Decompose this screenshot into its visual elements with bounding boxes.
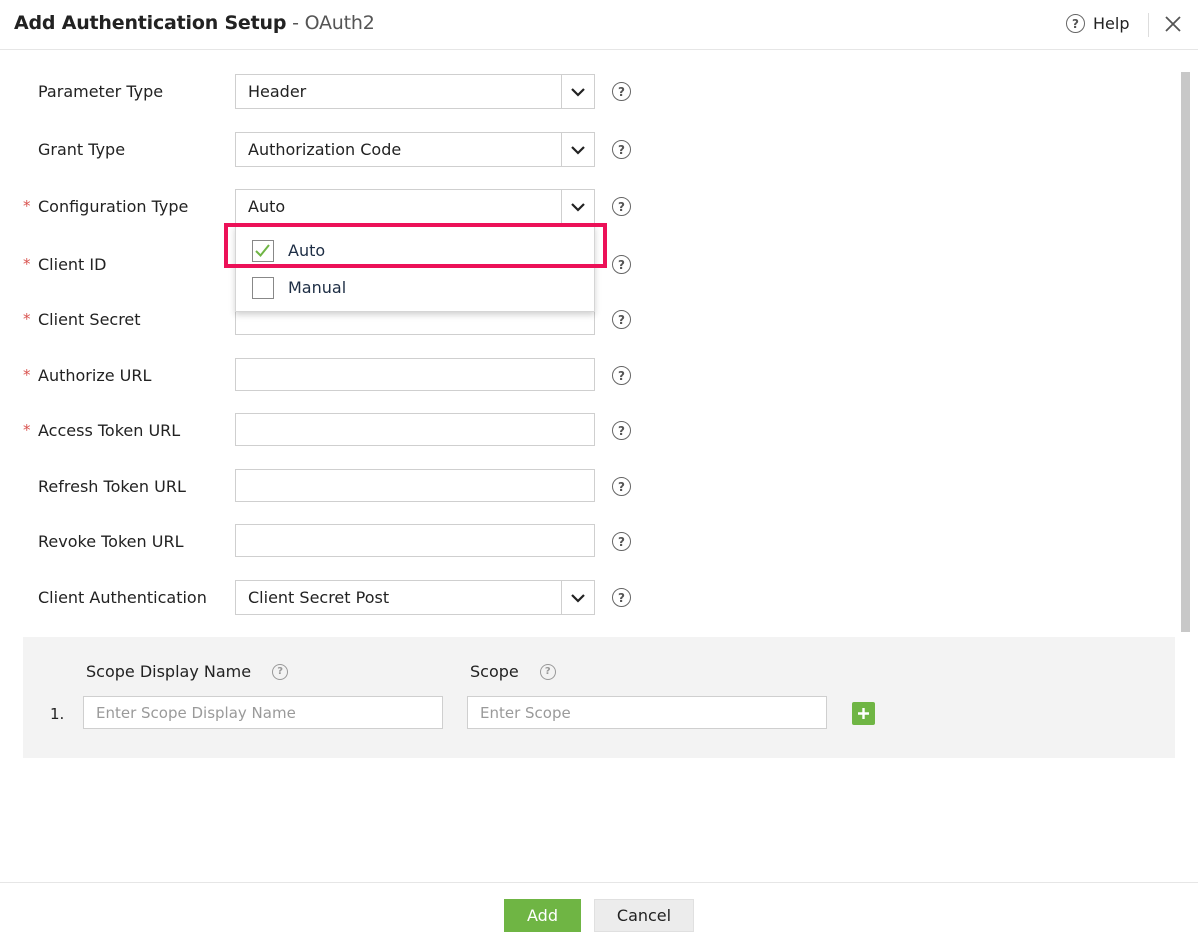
- help-icon[interactable]: ?: [612, 140, 631, 159]
- chevron-down-icon: [561, 190, 594, 223]
- grant-type-label: Grant Type: [38, 140, 126, 159]
- client-id-label: Client ID: [38, 255, 107, 274]
- help-icon[interactable]: ?: [612, 532, 631, 551]
- scope-display-name-header: Scope Display Name ?: [86, 662, 289, 681]
- configuration-type-select[interactable]: Auto: [235, 189, 595, 224]
- scope-heading: Scope: [470, 662, 519, 681]
- dropdown-option-auto[interactable]: Auto: [236, 233, 594, 269]
- scope-header: Scope ?: [470, 662, 556, 681]
- header-divider: [1148, 13, 1149, 37]
- required-marker: *: [23, 255, 31, 273]
- configuration-type-dropdown: Auto Manual: [235, 225, 595, 312]
- parameter-type-label: Parameter Type: [38, 82, 164, 101]
- configuration-type-label: Configuration Type: [38, 197, 189, 216]
- help-icon[interactable]: ?: [612, 366, 631, 385]
- help-icon[interactable]: ?: [539, 663, 556, 680]
- chevron-down-icon: [561, 133, 594, 166]
- plus-icon: [858, 708, 869, 719]
- parameter-type-select[interactable]: Header: [235, 74, 595, 109]
- dialog-title: Add Authentication Setup - OAuth2: [14, 12, 375, 34]
- dialog-title-main: Add Authentication Setup: [14, 12, 287, 34]
- revoke-token-url-label: Revoke Token URL: [38, 532, 184, 551]
- revoke-token-url-input[interactable]: [235, 524, 595, 557]
- dialog-header: Add Authentication Setup - OAuth2 ? Help: [0, 0, 1198, 50]
- help-icon: ?: [1066, 14, 1085, 33]
- authorize-url-input[interactable]: [235, 358, 595, 391]
- required-marker: *: [23, 310, 31, 328]
- cancel-button[interactable]: Cancel: [594, 899, 694, 932]
- chevron-down-icon: [561, 75, 594, 108]
- checkbox-checked: [252, 240, 274, 262]
- required-marker: *: [23, 366, 31, 384]
- client-authentication-label: Client Authentication: [38, 588, 207, 607]
- client-authentication-select[interactable]: Client Secret Post: [235, 580, 595, 615]
- close-icon: [1165, 16, 1181, 32]
- help-icon[interactable]: ?: [612, 197, 631, 216]
- dropdown-option-manual[interactable]: Manual: [236, 270, 594, 306]
- dropdown-option-label: Auto: [288, 241, 326, 260]
- required-marker: *: [23, 421, 31, 439]
- scrollbar[interactable]: [1181, 72, 1190, 632]
- dropdown-option-label: Manual: [288, 278, 347, 297]
- help-icon[interactable]: ?: [612, 421, 631, 440]
- access-token-url-label: Access Token URL: [38, 421, 181, 440]
- help-icon[interactable]: ?: [272, 663, 289, 680]
- checkmark-icon: [255, 244, 270, 257]
- add-scope-button[interactable]: [852, 702, 875, 725]
- help-icon[interactable]: ?: [612, 310, 631, 329]
- refresh-token-url-label: Refresh Token URL: [38, 477, 186, 496]
- client-authentication-value: Client Secret Post: [248, 588, 390, 607]
- access-token-url-input[interactable]: [235, 413, 595, 446]
- dialog-footer: Add Cancel: [0, 882, 1198, 945]
- help-icon[interactable]: ?: [612, 588, 631, 607]
- dialog-subtitle: OAuth2: [304, 12, 375, 34]
- configuration-type-value: Auto: [248, 197, 286, 216]
- client-secret-label: Client Secret: [38, 310, 141, 329]
- add-button[interactable]: Add: [504, 899, 581, 932]
- refresh-token-url-input[interactable]: [235, 469, 595, 502]
- authorize-url-label: Authorize URL: [38, 366, 152, 385]
- checkbox-unchecked: [252, 277, 274, 299]
- chevron-down-icon: [561, 581, 594, 614]
- dialog-title-separator: -: [286, 12, 305, 34]
- grant-type-select[interactable]: Authorization Code: [235, 132, 595, 167]
- parameter-type-value: Header: [248, 82, 307, 101]
- required-marker: *: [23, 197, 31, 215]
- help-link[interactable]: ? Help: [1066, 14, 1129, 33]
- scope-panel: Scope Display Name ? Scope ? 1.: [23, 637, 1175, 758]
- help-icon[interactable]: ?: [612, 255, 631, 274]
- scope-row-number: 1.: [50, 705, 65, 723]
- grant-type-value: Authorization Code: [248, 140, 402, 159]
- help-label: Help: [1093, 14, 1130, 33]
- close-button[interactable]: [1162, 13, 1184, 35]
- help-icon[interactable]: ?: [612, 82, 631, 101]
- scope-display-name-heading: Scope Display Name: [86, 662, 252, 681]
- scope-display-name-input[interactable]: [83, 696, 443, 729]
- scope-input[interactable]: [467, 696, 827, 729]
- help-icon[interactable]: ?: [612, 477, 631, 496]
